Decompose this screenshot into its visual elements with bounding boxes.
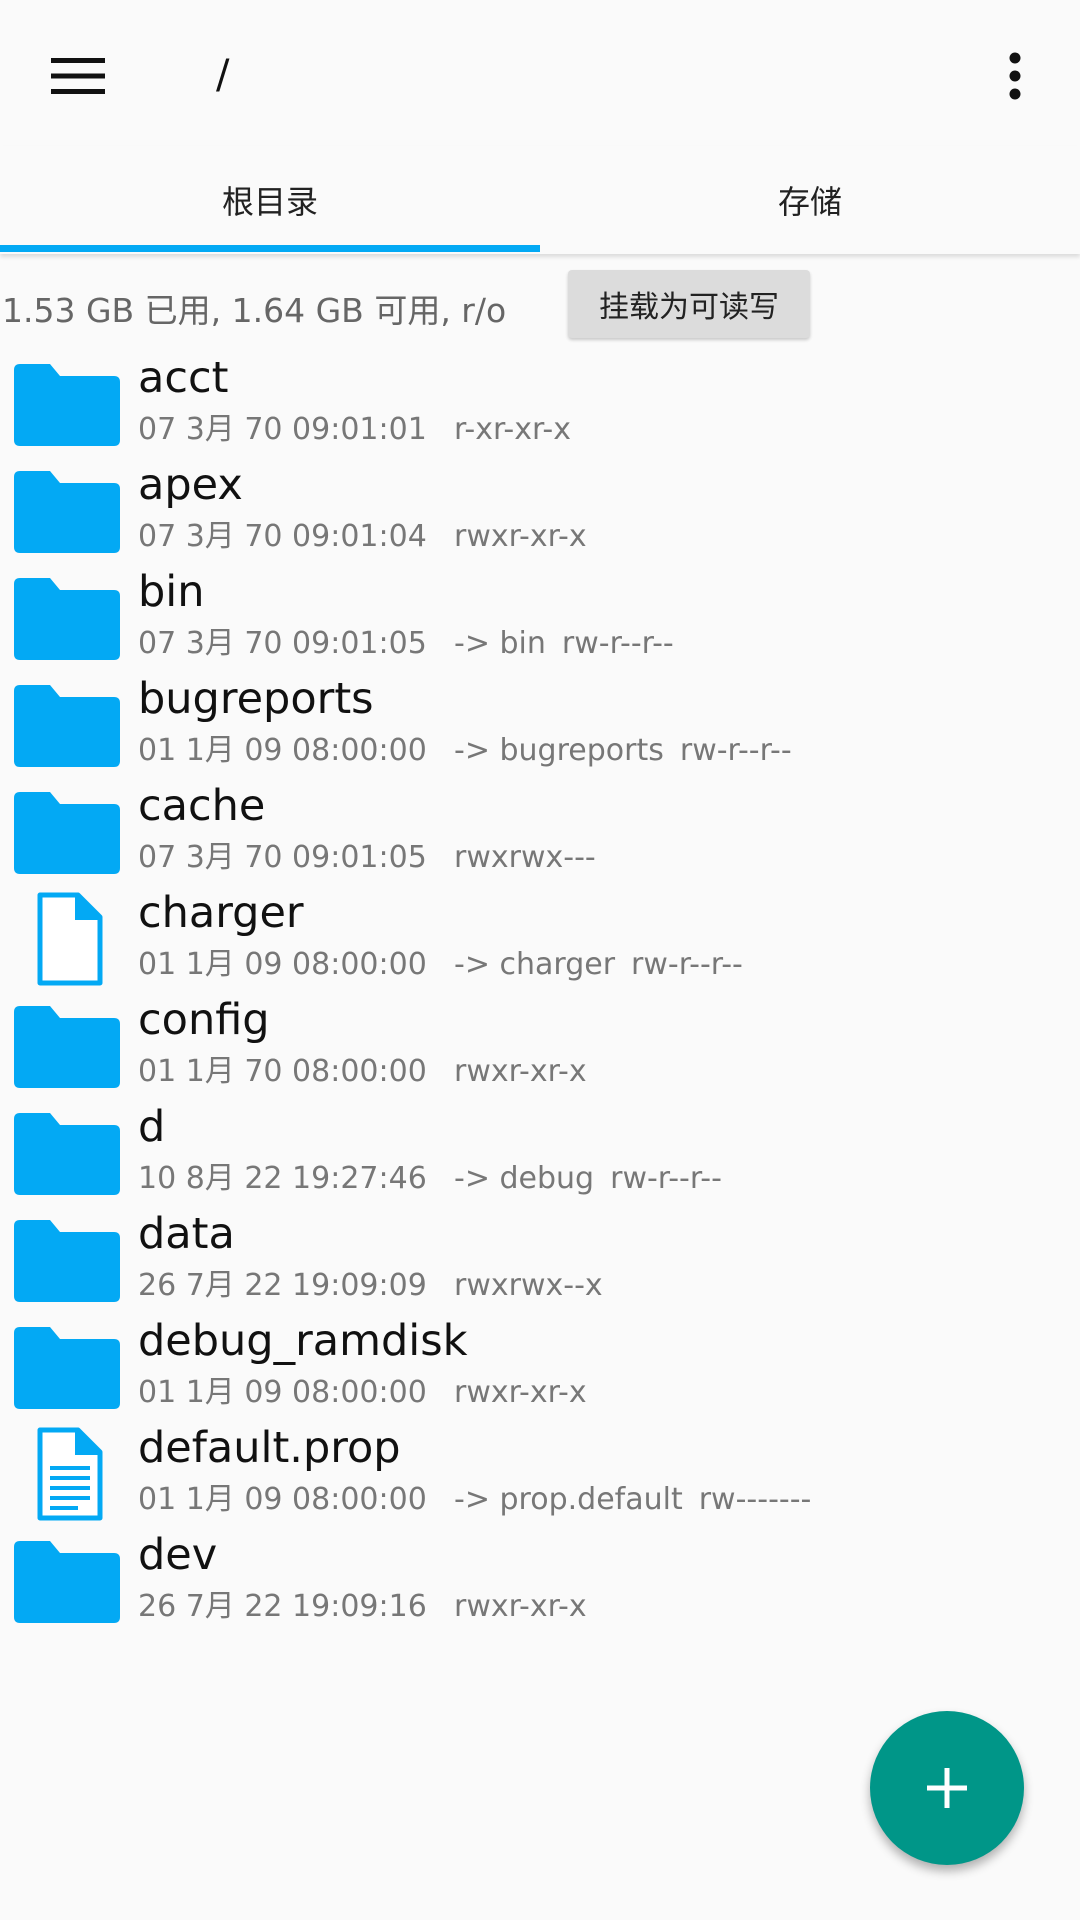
file-date: 26 7月 22 19:09:09 xyxy=(138,1268,427,1303)
tab-root[interactable]: 根目录 xyxy=(0,146,540,254)
tab-bar: 根目录 存储 xyxy=(0,146,1080,254)
app-toolbar: / xyxy=(0,0,1080,146)
file-name: d xyxy=(138,1102,166,1152)
file-meta: 07 3月 70 09:01:01 r-xr-xr-x xyxy=(138,410,571,450)
file-link-target: -> prop.default xyxy=(454,1482,683,1517)
file-permissions: rw-r--r-- xyxy=(610,1161,722,1196)
file-row[interactable]: dev 26 7月 22 19:09:16 rwxr-xr-x xyxy=(0,1521,1080,1652)
file-date: 01 1月 09 08:00:00 xyxy=(138,947,427,982)
folder-icon xyxy=(10,1533,122,1629)
file-meta: 01 1月 09 08:00:00 -> bugreports rw-r--r-- xyxy=(138,731,792,771)
file-date: 01 1月 09 08:00:00 xyxy=(138,1482,427,1517)
file-meta: 26 7月 22 19:09:09 rwxrwx--x xyxy=(138,1266,603,1306)
file-name: bugreports xyxy=(138,674,374,724)
file-permissions: rwxrwx--- xyxy=(454,840,596,875)
file-permissions: rwxrwx--x xyxy=(454,1268,603,1303)
file-meta: 01 1月 70 08:00:00 rwxr-xr-x xyxy=(138,1052,587,1092)
folder-icon xyxy=(10,784,122,880)
file-icon xyxy=(10,891,122,987)
folder-icon xyxy=(10,570,122,666)
folder-icon xyxy=(10,1212,122,1308)
folder-icon xyxy=(10,1319,122,1415)
file-permissions: rwxr-xr-x xyxy=(454,1589,587,1624)
file-name: debug_ramdisk xyxy=(138,1316,468,1366)
file-date: 07 3月 70 09:01:04 xyxy=(138,519,427,554)
file-date: 10 8月 22 19:27:46 xyxy=(138,1161,427,1196)
file-permissions: rw-r--r-- xyxy=(631,947,743,982)
folder-icon xyxy=(10,463,122,559)
file-link-target: -> debug xyxy=(454,1161,595,1196)
file-name: apex xyxy=(138,460,243,510)
more-options-button[interactable] xyxy=(990,44,1040,108)
mount-rw-button[interactable]: 挂载为可读写 xyxy=(568,270,810,338)
file-date: 01 1月 09 08:00:00 xyxy=(138,733,427,768)
file-meta: 01 1月 09 08:00:00 -> prop.default rw------… xyxy=(138,1480,811,1520)
file-permissions: rwxr-xr-x xyxy=(454,519,587,554)
storage-usage-text: 1.53 GB 已用, 1.64 GB 可用, r/o xyxy=(2,291,507,330)
file-date: 26 7月 22 19:09:16 xyxy=(138,1589,427,1624)
file-meta: 01 1月 09 08:00:00 -> charger rw-r--r-- xyxy=(138,945,743,985)
storage-info-row: 1.53 GB 已用, 1.64 GB 可用, r/o 挂载为可读写 xyxy=(0,266,1080,344)
file-permissions: rwxr-xr-x xyxy=(454,1375,587,1410)
file-permissions: rw------- xyxy=(698,1482,812,1517)
folder-icon xyxy=(10,356,122,452)
file-name: config xyxy=(138,995,270,1045)
file-link-target: -> bugreports xyxy=(454,733,664,768)
file-date: 07 3月 70 09:01:01 xyxy=(138,412,427,447)
file-name: bin xyxy=(138,567,205,617)
file-meta: 10 8月 22 19:27:46 -> debug rw-r--r-- xyxy=(138,1159,722,1199)
file-meta: 07 3月 70 09:01:05 -> bin rw-r--r-- xyxy=(138,624,674,664)
folder-icon xyxy=(10,998,122,1094)
file-meta: 07 3月 70 09:01:04 rwxr-xr-x xyxy=(138,517,587,557)
file-permissions: rw-r--r-- xyxy=(679,733,792,768)
add-fab-button[interactable] xyxy=(870,1711,1024,1865)
tab-storage[interactable]: 存储 xyxy=(540,146,1080,254)
file-name: data xyxy=(138,1209,235,1259)
file-date: 01 1月 09 08:00:00 xyxy=(138,1375,427,1410)
folder-icon xyxy=(10,1105,122,1201)
file-name: default.prop xyxy=(138,1423,401,1473)
file-meta: 01 1月 09 08:00:00 rwxr-xr-x xyxy=(138,1373,587,1413)
file-link-target: -> charger xyxy=(454,947,616,982)
file-permissions: rwxr-xr-x xyxy=(454,1054,587,1089)
plus-icon xyxy=(927,1768,967,1808)
file-name: dev xyxy=(138,1530,218,1580)
file-permissions: r-xr-xr-x xyxy=(454,412,571,447)
menu-button[interactable] xyxy=(38,40,118,112)
text-file-icon xyxy=(10,1426,122,1522)
file-date: 01 1月 70 08:00:00 xyxy=(138,1054,427,1089)
file-name: cache xyxy=(138,781,266,831)
tab-indicator xyxy=(0,245,540,252)
file-link-target: -> bin xyxy=(454,626,546,661)
file-permissions: rw-r--r-- xyxy=(561,626,674,661)
folder-icon xyxy=(10,677,122,773)
file-meta: 26 7月 22 19:09:16 rwxr-xr-x xyxy=(138,1587,587,1627)
current-path: / xyxy=(216,52,230,98)
file-name: acct xyxy=(138,353,229,403)
file-meta: 07 3月 70 09:01:05 rwxrwx--- xyxy=(138,838,596,878)
file-date: 07 3月 70 09:01:05 xyxy=(138,840,427,875)
file-date: 07 3月 70 09:01:05 xyxy=(138,626,427,661)
file-name: charger xyxy=(138,888,304,938)
more-vert-icon xyxy=(1009,52,1021,100)
hamburger-icon xyxy=(51,58,105,94)
